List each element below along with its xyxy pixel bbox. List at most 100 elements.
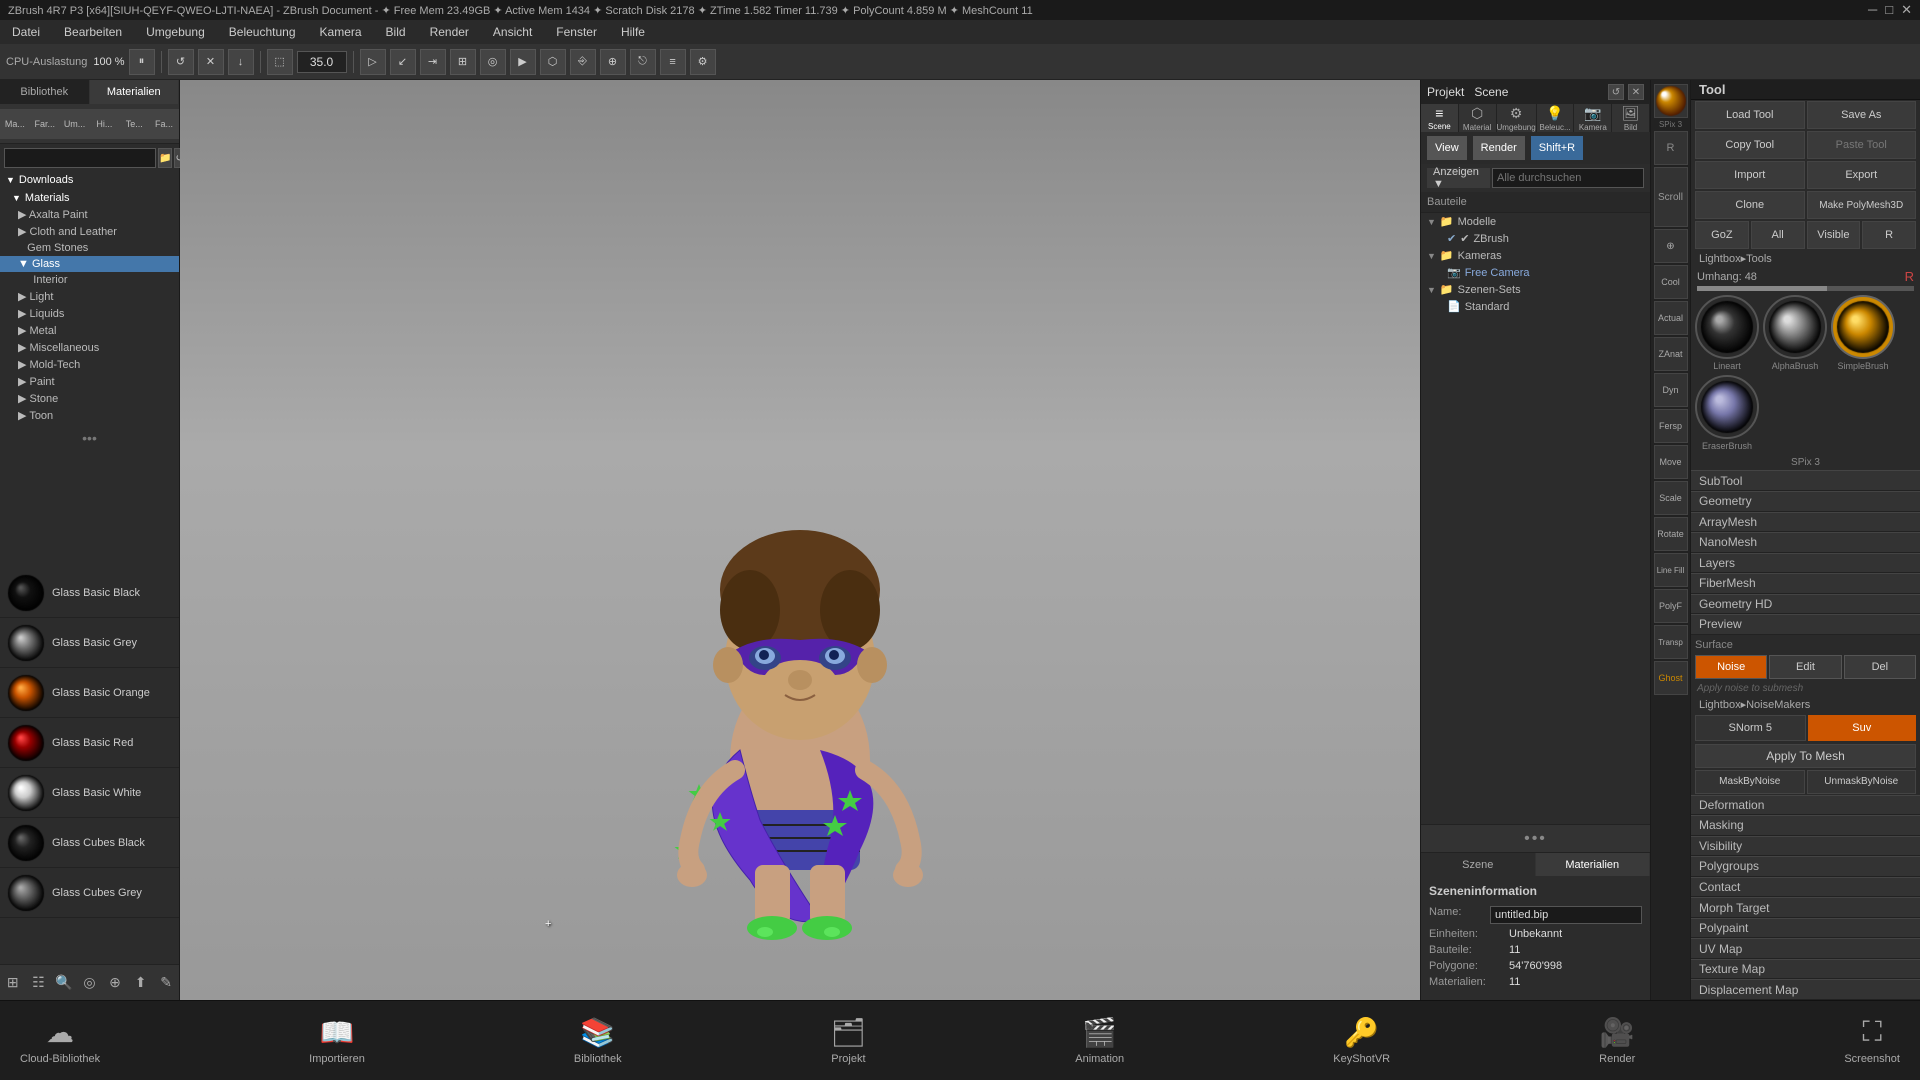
nanomesh-header[interactable]: NanoMesh bbox=[1691, 532, 1920, 553]
tree-downloads[interactable]: ▼ Downloads bbox=[0, 172, 179, 188]
vs-dynamic[interactable]: Dyn bbox=[1654, 373, 1688, 407]
tree-item-glass[interactable]: ▼ Glass bbox=[0, 256, 179, 272]
del-button[interactable]: Del bbox=[1844, 655, 1916, 679]
polypaint-header[interactable]: Polypaint bbox=[1691, 918, 1920, 939]
list-item[interactable]: Glass Basic Orange bbox=[0, 668, 179, 718]
menu-beleuchtung[interactable]: Beleuchtung bbox=[223, 23, 302, 41]
load-tool-button[interactable]: Load Tool bbox=[1695, 101, 1805, 129]
tb-action-8[interactable]: ⎆ bbox=[570, 49, 596, 75]
snorm-button[interactable]: SNorm 5 bbox=[1695, 715, 1806, 741]
tb-action-2[interactable]: ↙ bbox=[390, 49, 416, 75]
down-button[interactable]: ↓ bbox=[228, 49, 254, 75]
tb-action-12[interactable]: ⚙ bbox=[690, 49, 716, 75]
list-item[interactable]: Glass Basic Black bbox=[0, 568, 179, 618]
geometry-hd-header[interactable]: Geometry HD bbox=[1691, 594, 1920, 615]
menu-render[interactable]: Render bbox=[424, 23, 475, 41]
tree-item-stone[interactable]: ▶ Stone bbox=[0, 390, 179, 407]
panel-icon-far[interactable]: Far... bbox=[30, 109, 60, 139]
tb-action-1[interactable]: ▷ bbox=[360, 49, 386, 75]
search-folder-btn[interactable]: 📁 bbox=[158, 148, 172, 168]
bb-animation[interactable]: 🎬 Animation bbox=[1075, 1016, 1124, 1065]
r-button[interactable]: R bbox=[1862, 221, 1916, 249]
vs-linefill[interactable]: Line Fill bbox=[1654, 553, 1688, 587]
edit-button[interactable]: Edit bbox=[1769, 655, 1841, 679]
texture-map-header[interactable]: Texture Map bbox=[1691, 959, 1920, 980]
noise-button[interactable]: Noise bbox=[1695, 655, 1767, 679]
import-button[interactable]: Import bbox=[1695, 161, 1805, 189]
pb-list-icon[interactable]: ☷ bbox=[26, 971, 50, 995]
viewport[interactable]: + bbox=[180, 80, 1420, 1000]
maximize-button[interactable]: □ bbox=[1885, 2, 1893, 18]
geometry-header[interactable]: Geometry bbox=[1691, 491, 1920, 512]
mat-preview-3[interactable]: SimpleBrush bbox=[1831, 295, 1895, 371]
vs-material-ball[interactable] bbox=[1654, 84, 1688, 118]
list-item[interactable]: Glass Basic Red bbox=[0, 718, 179, 768]
save-as-button[interactable]: Save As bbox=[1807, 101, 1917, 129]
anzeigen-btn[interactable]: Anzeigen ▼ bbox=[1427, 168, 1490, 188]
minimize-button[interactable]: ─ bbox=[1868, 2, 1877, 18]
vs-zanat[interactable]: ZAnat bbox=[1654, 337, 1688, 371]
apply-mesh-button[interactable]: Apply To Mesh bbox=[1695, 744, 1916, 768]
vs-transp[interactable]: Transp bbox=[1654, 625, 1688, 659]
close-button[interactable]: ✕ bbox=[1901, 2, 1912, 18]
tb-action-11[interactable]: ≡ bbox=[660, 49, 686, 75]
vs-zoom[interactable]: ⊕ bbox=[1654, 229, 1688, 263]
arraymesh-header[interactable]: ArrayMesh bbox=[1691, 512, 1920, 533]
tree-item-moldtech[interactable]: ▶ Mold-Tech bbox=[0, 356, 179, 373]
vs-btn-1[interactable]: R bbox=[1654, 131, 1688, 165]
tree-item-toon[interactable]: ▶ Toon bbox=[0, 407, 179, 424]
contact-header[interactable]: Contact bbox=[1691, 877, 1920, 898]
list-item[interactable]: Glass Basic White bbox=[0, 768, 179, 818]
tb-action-4[interactable]: ⊞ bbox=[450, 49, 476, 75]
copy-tool-button[interactable]: Copy Tool bbox=[1695, 131, 1805, 159]
panel-icon-te[interactable]: Te... bbox=[119, 109, 149, 139]
vs-scroll[interactable]: Scroll bbox=[1654, 167, 1688, 227]
umhang-slider[interactable] bbox=[1697, 286, 1914, 291]
bb-cloud[interactable]: ☁ Cloud-Bibliothek bbox=[20, 1016, 100, 1065]
bb-render[interactable]: 🎥 Render bbox=[1599, 1016, 1635, 1065]
reset-button[interactable]: ↺ bbox=[168, 49, 194, 75]
rsp-refresh-btn[interactable]: ↺ bbox=[1608, 84, 1624, 100]
fibermesh-header[interactable]: FiberMesh bbox=[1691, 573, 1920, 594]
uv-map-header[interactable]: UV Map bbox=[1691, 938, 1920, 959]
scene-tab-scene[interactable]: ≡ Scene bbox=[1421, 104, 1459, 132]
menu-datei[interactable]: Datei bbox=[6, 23, 46, 41]
tree-item-liquids[interactable]: ▶ Liquids bbox=[0, 305, 179, 322]
pb-zoom-in-icon[interactable]: ⊕ bbox=[103, 971, 127, 995]
tree-item-misc[interactable]: ▶ Miscellaneous bbox=[0, 339, 179, 356]
vs-move[interactable]: Move bbox=[1654, 445, 1688, 479]
preview-header[interactable]: Preview bbox=[1691, 614, 1920, 635]
tb-action-5[interactable]: ◎ bbox=[480, 49, 506, 75]
tab-materialien[interactable]: Materialien bbox=[90, 80, 180, 104]
vs-cool[interactable]: Cool bbox=[1654, 265, 1688, 299]
paste-tool-button[interactable]: Paste Tool bbox=[1807, 131, 1917, 159]
tb-action-9[interactable]: ⊕ bbox=[600, 49, 626, 75]
tb-action-10[interactable]: ⎋ bbox=[630, 49, 656, 75]
search-input[interactable] bbox=[4, 148, 156, 168]
lightbox-tools-row[interactable]: Lightbox▸Tools bbox=[1691, 250, 1920, 267]
scene-tab-material[interactable]: ⬡ Material bbox=[1459, 104, 1497, 132]
info-name-input[interactable] bbox=[1490, 906, 1642, 924]
vs-ghost[interactable]: Ghost bbox=[1654, 661, 1688, 695]
pb-import-icon[interactable]: ⬆ bbox=[129, 971, 153, 995]
pb-grid-icon[interactable]: ⊞ bbox=[1, 971, 25, 995]
vs-scale[interactable]: Scale bbox=[1654, 481, 1688, 515]
menu-bild[interactable]: Bild bbox=[380, 23, 412, 41]
pb-circle-icon[interactable]: ◎ bbox=[77, 971, 101, 995]
unmask-by-noise-button[interactable]: UnmaskByNoise bbox=[1807, 770, 1917, 794]
st-szenensets[interactable]: ▼ 📁 Szenen-Sets bbox=[1421, 281, 1650, 298]
tree-item-light[interactable]: ▶ Light bbox=[0, 288, 179, 305]
sbt-materialien[interactable]: Materialien bbox=[1536, 853, 1651, 876]
mat-preview-4[interactable]: EraserBrush bbox=[1695, 375, 1759, 451]
vs-polyf[interactable]: PolyF bbox=[1654, 589, 1688, 623]
shift-r-btn[interactable]: Shift+R bbox=[1531, 136, 1583, 160]
masking-header[interactable]: Masking bbox=[1691, 815, 1920, 836]
scene-tab-umgebung[interactable]: ⚙ Umgebung bbox=[1497, 104, 1537, 132]
rsp-close-btn[interactable]: ✕ bbox=[1628, 84, 1644, 100]
suv-button[interactable]: Suv bbox=[1808, 715, 1917, 741]
list-item[interactable]: Glass Cubes Black bbox=[0, 818, 179, 868]
clear-button[interactable]: ✕ bbox=[198, 49, 224, 75]
render-btn[interactable]: Render bbox=[1473, 136, 1525, 160]
mat-preview-1[interactable]: Lineart bbox=[1695, 295, 1759, 371]
st-kameras[interactable]: ▼ 📁 Kameras bbox=[1421, 247, 1650, 264]
